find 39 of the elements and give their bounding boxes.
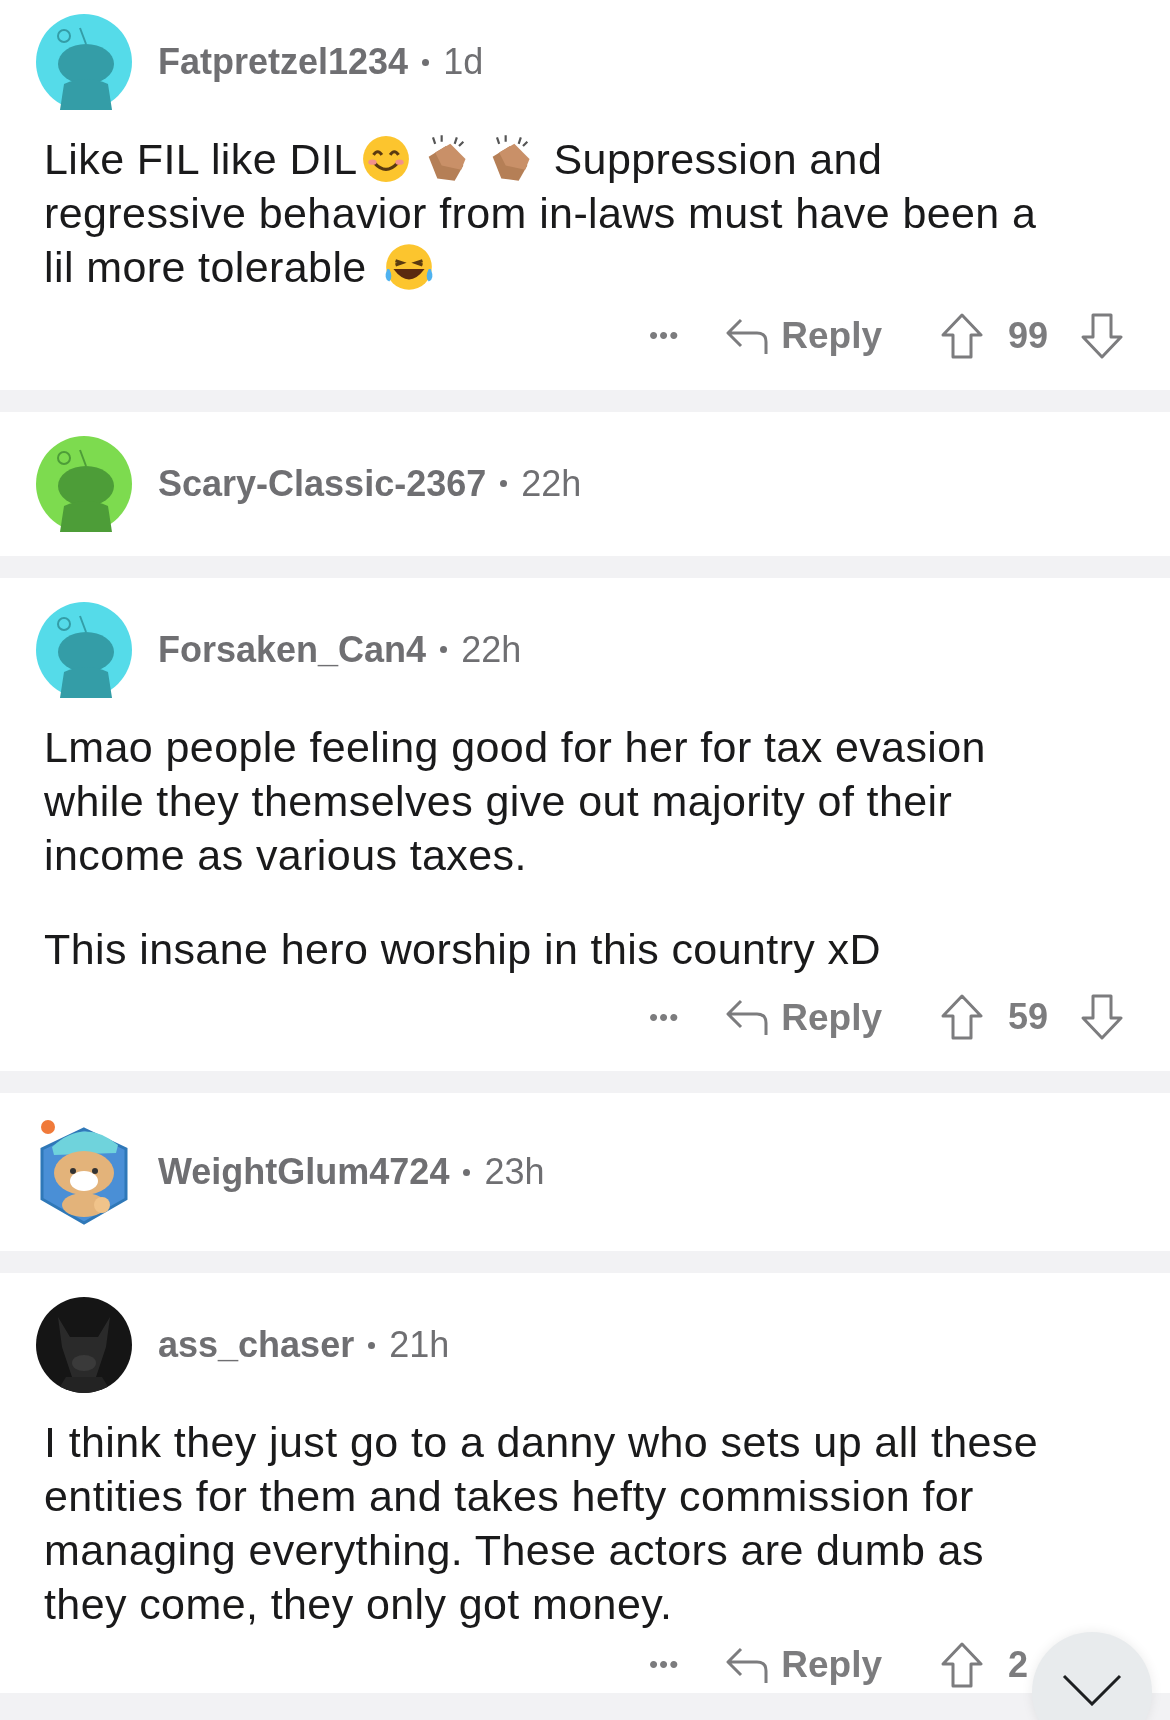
comment-text: income as various taxes. bbox=[44, 829, 527, 881]
username[interactable]: Scary-Classic-2367 bbox=[158, 456, 487, 511]
username[interactable]: ass_chaser bbox=[158, 1318, 355, 1372]
downvote-icon[interactable] bbox=[1080, 994, 1124, 1041]
comment-age: 1d bbox=[443, 40, 484, 84]
comment-text: I think they just go to a danny who sets up all these bbox=[44, 1417, 1039, 1468]
comment-text: they come, they only got money. bbox=[44, 1579, 673, 1630]
chevron-down-icon bbox=[1062, 1674, 1122, 1706]
more-button[interactable]: ••• bbox=[648, 1645, 680, 1685]
username[interactable]: WeightGlum4724 bbox=[158, 1145, 450, 1199]
upvote-icon[interactable] bbox=[940, 1641, 984, 1688]
comment-text: regressive behavior from in-laws must have been a bbox=[44, 188, 1037, 239]
comment-text: This insane hero worship in this country xD bbox=[44, 923, 881, 975]
username[interactable]: Fatpretzel1234 bbox=[158, 35, 409, 89]
downvote-icon[interactable] bbox=[1080, 312, 1124, 359]
upvote-icon[interactable] bbox=[940, 994, 984, 1041]
comment-age: 22h bbox=[521, 461, 582, 506]
comment-age: 23h bbox=[484, 1150, 545, 1194]
comment-text: managing everything. These actors are dumb as bbox=[44, 1525, 984, 1576]
comment-text: Like FIL like DIL bbox=[44, 134, 358, 185]
comment-text: while they themselves give out majority of their bbox=[44, 775, 953, 827]
comment-text: lil more tolerable bbox=[44, 242, 367, 293]
vote-count: 59 bbox=[1008, 995, 1050, 1040]
upvote-icon[interactable] bbox=[940, 312, 984, 359]
reply-button[interactable]: Reply bbox=[725, 308, 882, 364]
comment-age: 22h bbox=[461, 627, 522, 672]
more-button[interactable]: ••• bbox=[648, 316, 680, 356]
more-button[interactable]: ••• bbox=[648, 997, 680, 1037]
vote-count: 2 bbox=[1008, 1642, 1030, 1687]
username[interactable]: Forsaken_Can4 bbox=[158, 622, 427, 677]
comment-age: 21h bbox=[389, 1323, 450, 1367]
vote-count: 99 bbox=[1008, 313, 1050, 358]
comment-text: entities for them and takes hefty commission for bbox=[44, 1471, 974, 1522]
reply-icon bbox=[725, 997, 770, 1038]
smiling-face-icon bbox=[360, 134, 411, 184]
comment-text: Suppression and bbox=[553, 134, 883, 185]
reply-button[interactable]: Reply bbox=[725, 1637, 882, 1693]
comment-text: Lmao people feeling good for her for tax evasion bbox=[44, 721, 986, 773]
reply-button[interactable]: Reply bbox=[725, 989, 882, 1045]
